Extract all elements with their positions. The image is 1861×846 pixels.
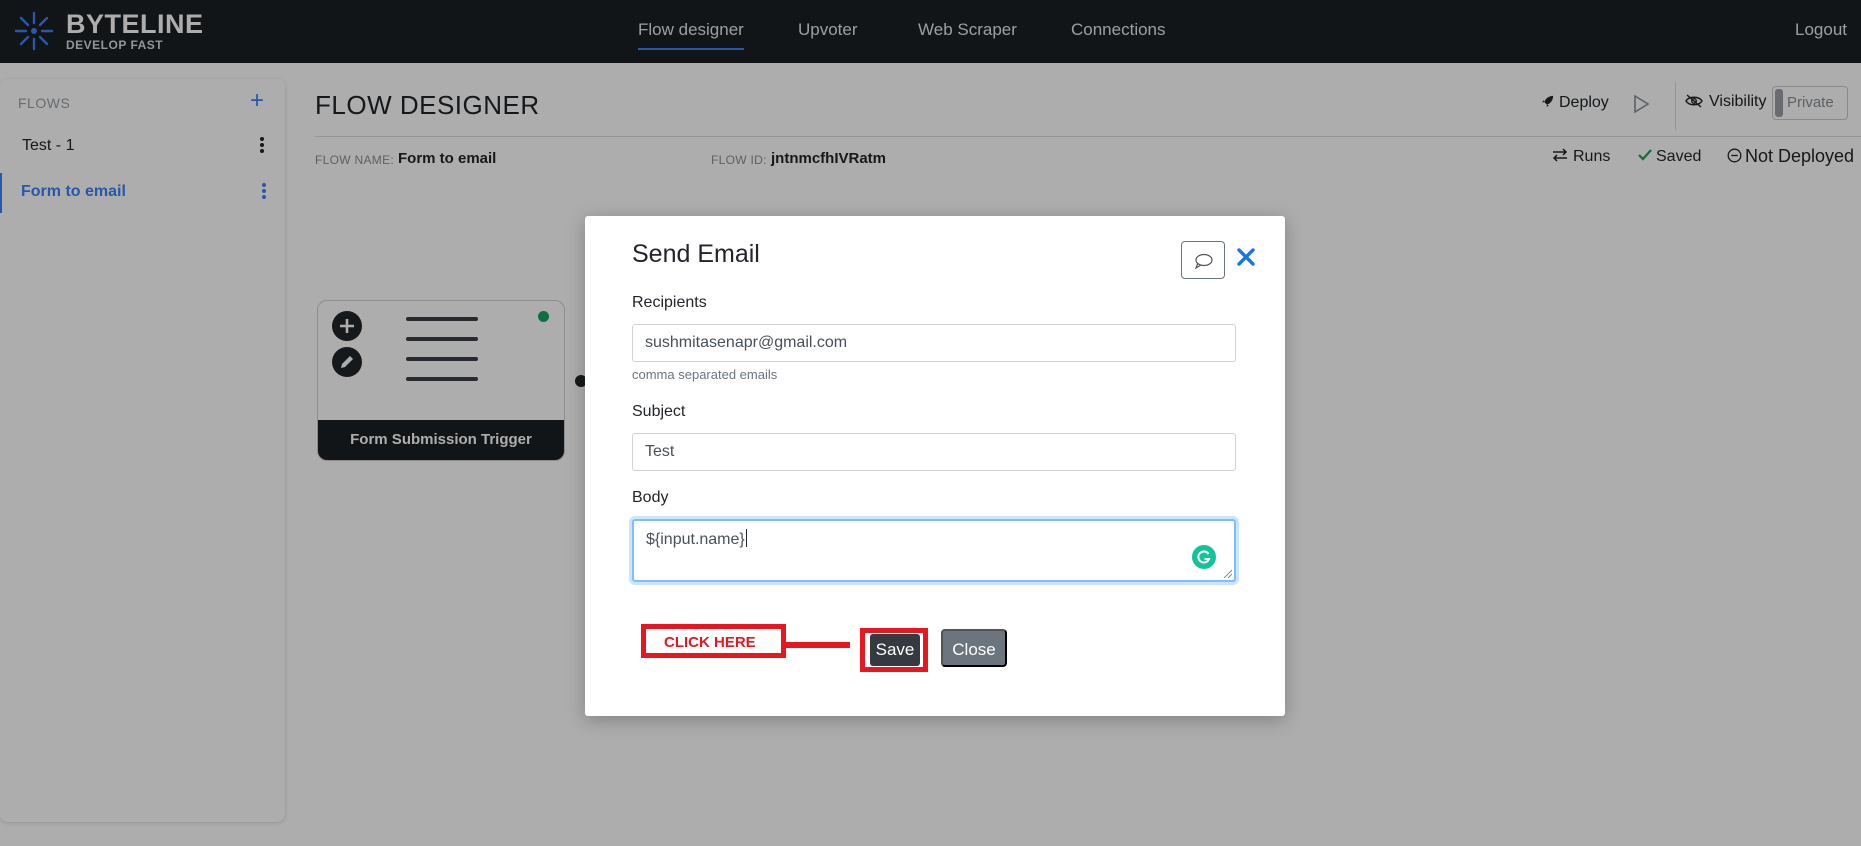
subject-input[interactable]: Test	[632, 433, 1236, 471]
comment-button[interactable]	[1181, 241, 1225, 279]
text-caret	[745, 529, 747, 547]
close-button[interactable]: Close	[941, 629, 1007, 667]
recipients-label: Recipients	[632, 294, 707, 311]
send-email-modal: Send Email Recipients sushmitasenapr@gma…	[585, 216, 1285, 716]
annotation-pointer	[786, 642, 850, 648]
click-here-annotation: CLICK HERE	[641, 624, 786, 658]
comment-icon	[1194, 253, 1213, 270]
subject-label: Subject	[632, 403, 686, 420]
recipients-help: comma separated emails	[632, 367, 778, 382]
recipients-input[interactable]: sushmitasenapr@gmail.com	[632, 324, 1236, 362]
annotation-text: CLICK HERE	[664, 634, 756, 651]
close-icon[interactable]	[1233, 242, 1259, 272]
body-label: Body	[632, 489, 669, 506]
body-text: ${input.name}	[646, 531, 745, 548]
save-button[interactable]: Save	[870, 634, 920, 666]
grammarly-icon[interactable]	[1192, 545, 1216, 569]
body-textarea[interactable]: ${input.name}	[632, 519, 1236, 582]
resize-handle-icon[interactable]	[1222, 568, 1232, 578]
modal-title: Send Email	[632, 240, 760, 268]
